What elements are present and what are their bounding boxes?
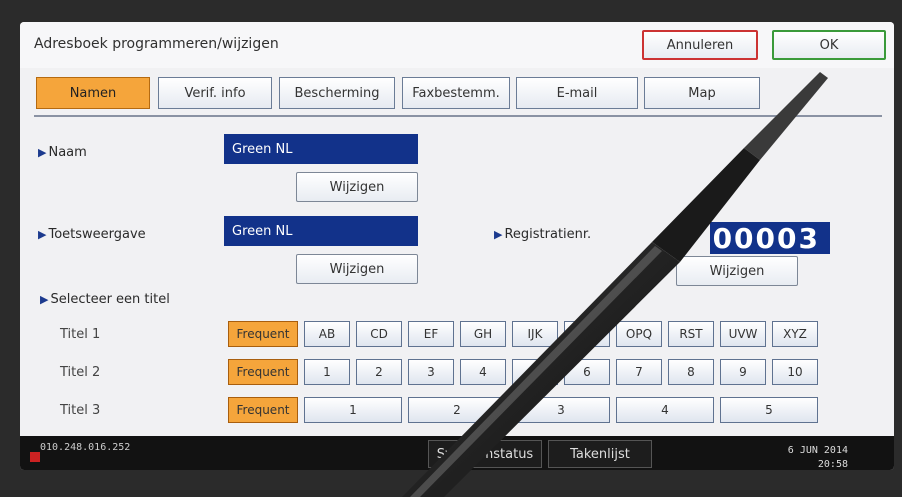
triangle-icon: ▶ <box>38 228 47 241</box>
naam-label-text: Naam <box>48 145 87 160</box>
triangle-icon: ▶ <box>494 228 503 241</box>
titel3-label: Titel 3 <box>60 403 101 418</box>
titel1-key[interactable]: OPQ <box>616 321 662 347</box>
tab-verif-info[interactable]: Verif. info <box>158 77 272 109</box>
titel3-frequent-key[interactable]: Frequent <box>228 397 298 423</box>
titel1-label: Titel 1 <box>60 327 101 342</box>
toetsweergave-label-text: Toetsweergave <box>48 227 146 242</box>
titel2-key[interactable]: 3 <box>408 359 454 385</box>
titel1-key[interactable]: IJK <box>512 321 558 347</box>
device-screen: Adresboek programmeren/wijzigen Annulere… <box>20 22 894 470</box>
titel2-key[interactable]: 1 <box>304 359 350 385</box>
toetsweergave-wijzigen-button[interactable]: Wijzigen <box>296 254 418 284</box>
titel1-key[interactable]: UVW <box>720 321 766 347</box>
naam-field: Green NL <box>224 134 418 164</box>
toetsweergave-label: ▶ Toetsweergave <box>38 227 146 242</box>
titel2-key[interactable]: 4 <box>460 359 506 385</box>
tab-namen[interactable]: Namen <box>36 77 150 109</box>
naam-label: ▶ Naam <box>38 145 87 160</box>
tab-bescherming[interactable]: Bescherming <box>279 77 395 109</box>
titel1-key[interactable]: EF <box>408 321 454 347</box>
titel1-key[interactable]: XYZ <box>772 321 818 347</box>
tab-faxbestemm[interactable]: Faxbestemm. <box>402 77 510 109</box>
titel2-frequent-key[interactable]: Frequent <box>228 359 298 385</box>
time-text: 20:58 <box>817 459 848 470</box>
registratienr-wijzigen-button[interactable]: Wijzigen <box>676 256 798 286</box>
titel1-key[interactable]: GH <box>460 321 506 347</box>
tab-map[interactable]: Map <box>644 77 760 109</box>
titel2-key[interactable]: 7 <box>616 359 662 385</box>
title-bar: Adresboek programmeren/wijzigen Annulere… <box>20 22 894 68</box>
tab-divider <box>34 115 882 117</box>
titel2-key[interactable]: 8 <box>668 359 714 385</box>
network-icon <box>30 452 40 462</box>
triangle-icon: ▶ <box>40 293 49 306</box>
titel2-key[interactable]: 10 <box>772 359 818 385</box>
titel3-key[interactable]: 5 <box>720 397 818 423</box>
titel1-key[interactable]: CD <box>356 321 402 347</box>
titel1-key[interactable]: AB <box>304 321 350 347</box>
tab-e-mail[interactable]: E-mail <box>516 77 638 109</box>
page-title: Adresboek programmeren/wijzigen <box>34 36 279 52</box>
titel2-key[interactable]: 5 <box>512 359 558 385</box>
titel2-key[interactable]: 9 <box>720 359 766 385</box>
titel3-key[interactable]: 3 <box>512 397 610 423</box>
selecteer-titel-label-text: Selecteer een titel <box>50 292 170 307</box>
titel2-key[interactable]: 6 <box>564 359 610 385</box>
systeemstatus-button[interactable]: Systeemstatus <box>428 440 542 468</box>
titel1-frequent-key[interactable]: Frequent <box>228 321 298 347</box>
naam-wijzigen-button[interactable]: Wijzigen <box>296 172 418 202</box>
cancel-button[interactable]: Annuleren <box>642 30 758 60</box>
titel3-key[interactable]: 1 <box>304 397 402 423</box>
titel1-key[interactable]: LMN <box>564 321 610 347</box>
triangle-icon: ▶ <box>38 146 47 159</box>
titel3-key[interactable]: 2 <box>408 397 506 423</box>
selecteer-titel-label: ▶ Selecteer een titel <box>40 292 170 307</box>
status-bar: 010.248.016.252 Systeemstatus Takenlijst… <box>20 436 894 470</box>
titel2-key[interactable]: 2 <box>356 359 402 385</box>
registration-number: 00003 <box>710 222 830 255</box>
clock: 6 JUN 2014 20:58 <box>788 444 848 470</box>
toetsweergave-field: Green NL <box>224 216 418 246</box>
titel3-key[interactable]: 4 <box>616 397 714 423</box>
ok-button[interactable]: OK <box>772 30 886 60</box>
date-text: 6 JUN 2014 <box>787 445 848 456</box>
ip-address: 010.248.016.252 <box>40 442 131 453</box>
titel1-key[interactable]: RST <box>668 321 714 347</box>
registratienr-label-text: Registratienr. <box>504 227 592 242</box>
takenlijst-button[interactable]: Takenlijst <box>548 440 652 468</box>
registratienr-label: ▶ Registratienr. <box>494 227 591 242</box>
titel2-label: Titel 2 <box>60 365 101 380</box>
